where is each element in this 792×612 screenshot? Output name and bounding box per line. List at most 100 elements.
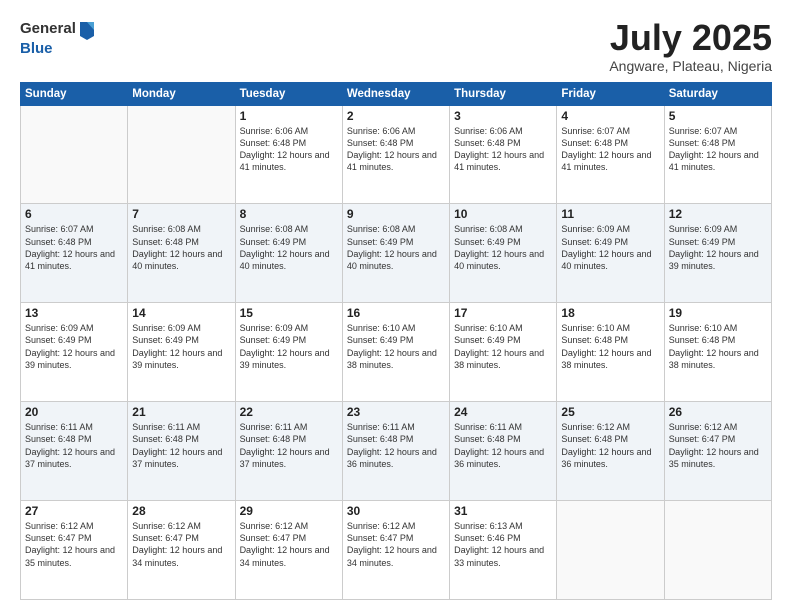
day-info: Sunrise: 6:09 AM Sunset: 6:49 PM Dayligh… xyxy=(25,322,123,371)
day-info: Sunrise: 6:08 AM Sunset: 6:48 PM Dayligh… xyxy=(132,223,230,272)
table-row: 26Sunrise: 6:12 AM Sunset: 6:47 PM Dayli… xyxy=(664,402,771,501)
calendar-week-row: 6Sunrise: 6:07 AM Sunset: 6:48 PM Daylig… xyxy=(21,204,772,303)
day-info: Sunrise: 6:13 AM Sunset: 6:46 PM Dayligh… xyxy=(454,520,552,569)
day-info: Sunrise: 6:11 AM Sunset: 6:48 PM Dayligh… xyxy=(347,421,445,470)
table-row xyxy=(21,105,128,204)
table-row: 30Sunrise: 6:12 AM Sunset: 6:47 PM Dayli… xyxy=(342,501,449,600)
title-location: Angware, Plateau, Nigeria xyxy=(609,58,772,74)
day-info: Sunrise: 6:11 AM Sunset: 6:48 PM Dayligh… xyxy=(240,421,338,470)
table-row: 14 Sunrise: 6:09 AM Sunset: 6:49 PM Dayli… xyxy=(128,303,235,402)
day-number: 15 xyxy=(240,306,338,320)
day-number: 1 xyxy=(240,109,338,123)
header: General Blue July 2025 Angware, Plateau,… xyxy=(20,18,772,74)
day-number: 8 xyxy=(240,207,338,221)
day-number: 21 xyxy=(132,405,230,419)
logo-blue: Blue xyxy=(20,40,96,58)
title-block: July 2025 Angware, Plateau, Nigeria xyxy=(609,18,772,74)
day-number: 29 xyxy=(240,504,338,518)
day-info: Sunrise: 6:07 AM Sunset: 6:48 PM Dayligh… xyxy=(25,223,123,272)
day-number: 5 xyxy=(669,109,767,123)
table-row xyxy=(664,501,771,600)
col-wednesday: Wednesday xyxy=(342,82,449,105)
day-info: Sunrise: 6:12 AM Sunset: 6:47 PM Dayligh… xyxy=(132,520,230,569)
day-info: Sunrise: 6:06 AM Sunset: 6:48 PM Dayligh… xyxy=(454,125,552,174)
day-number: 9 xyxy=(347,207,445,221)
day-info: Sunrise: 6:10 AM Sunset: 6:48 PM Dayligh… xyxy=(669,322,767,371)
day-number: 31 xyxy=(454,504,552,518)
table-row: 7 Sunrise: 6:08 AM Sunset: 6:48 PM Daylig… xyxy=(128,204,235,303)
day-info: Sunrise: 6:12 AM Sunset: 6:47 PM Dayligh… xyxy=(25,520,123,569)
day-info: Sunrise: 6:09 AM Sunset: 6:49 PM Dayligh… xyxy=(132,322,230,371)
table-row: 12 Sunrise: 6:09 AM Sunset: 6:49 PM Dayli… xyxy=(664,204,771,303)
table-row: 15Sunrise: 6:09 AM Sunset: 6:49 PM Dayli… xyxy=(235,303,342,402)
col-tuesday: Tuesday xyxy=(235,82,342,105)
day-info: Sunrise: 6:11 AM Sunset: 6:48 PM Dayligh… xyxy=(132,421,230,470)
day-info: Sunrise: 6:07 AM Sunset: 6:48 PM Dayligh… xyxy=(561,125,659,174)
day-number: 11 xyxy=(561,207,659,221)
table-row: 5 Sunrise: 6:07 AM Sunset: 6:48 PM Daylig… xyxy=(664,105,771,204)
col-saturday: Saturday xyxy=(664,82,771,105)
day-info: Sunrise: 6:09 AM Sunset: 6:49 PM Dayligh… xyxy=(561,223,659,272)
day-info: Sunrise: 6:08 AM Sunset: 6:49 PM Dayligh… xyxy=(347,223,445,272)
table-row: 16 Sunrise: 6:10 AM Sunset: 6:49 PM Dayli… xyxy=(342,303,449,402)
table-row: 1 Sunrise: 6:06 AM Sunset: 6:48 PM Daylig… xyxy=(235,105,342,204)
logo-general: General xyxy=(20,20,76,38)
table-row: 19Sunrise: 6:10 AM Sunset: 6:48 PM Dayli… xyxy=(664,303,771,402)
table-row xyxy=(557,501,664,600)
page: General Blue July 2025 Angware, Plateau,… xyxy=(0,0,792,612)
calendar-week-row: 27 Sunrise: 6:12 AM Sunset: 6:47 PM Dayli… xyxy=(21,501,772,600)
day-info: Sunrise: 6:10 AM Sunset: 6:48 PM Dayligh… xyxy=(561,322,659,371)
title-month: July 2025 xyxy=(609,18,772,58)
table-row: 13 Sunrise: 6:09 AM Sunset: 6:49 PM Dayli… xyxy=(21,303,128,402)
table-row: 11 Sunrise: 6:09 AM Sunset: 6:49 PM Dayli… xyxy=(557,204,664,303)
day-info: Sunrise: 6:09 AM Sunset: 6:49 PM Dayligh… xyxy=(669,223,767,272)
day-info: Sunrise: 6:12 AM Sunset: 6:48 PM Dayligh… xyxy=(561,421,659,470)
day-number: 20 xyxy=(25,405,123,419)
calendar-week-row: 13 Sunrise: 6:09 AM Sunset: 6:49 PM Dayli… xyxy=(21,303,772,402)
table-row: 10Sunrise: 6:08 AM Sunset: 6:49 PM Dayli… xyxy=(450,204,557,303)
calendar-week-row: 20 Sunrise: 6:11 AM Sunset: 6:48 PM Dayli… xyxy=(21,402,772,501)
day-number: 14 xyxy=(132,306,230,320)
table-row: 28 Sunrise: 6:12 AM Sunset: 6:47 PM Dayli… xyxy=(128,501,235,600)
table-row: 25 Sunrise: 6:12 AM Sunset: 6:48 PM Dayli… xyxy=(557,402,664,501)
day-info: Sunrise: 6:12 AM Sunset: 6:47 PM Dayligh… xyxy=(240,520,338,569)
day-info: Sunrise: 6:06 AM Sunset: 6:48 PM Dayligh… xyxy=(347,125,445,174)
table-row: 6Sunrise: 6:07 AM Sunset: 6:48 PM Daylig… xyxy=(21,204,128,303)
day-number: 13 xyxy=(25,306,123,320)
table-row: 23 Sunrise: 6:11 AM Sunset: 6:48 PM Dayli… xyxy=(342,402,449,501)
day-number: 3 xyxy=(454,109,552,123)
day-number: 2 xyxy=(347,109,445,123)
day-number: 7 xyxy=(132,207,230,221)
calendar-week-row: 1 Sunrise: 6:06 AM Sunset: 6:48 PM Daylig… xyxy=(21,105,772,204)
day-number: 28 xyxy=(132,504,230,518)
calendar-table: Sunday Monday Tuesday Wednesday Thursday… xyxy=(20,82,772,600)
logo: General Blue xyxy=(20,18,96,58)
table-row: 8Sunrise: 6:08 AM Sunset: 6:49 PM Daylig… xyxy=(235,204,342,303)
day-number: 12 xyxy=(669,207,767,221)
day-info: Sunrise: 6:12 AM Sunset: 6:47 PM Dayligh… xyxy=(347,520,445,569)
day-number: 26 xyxy=(669,405,767,419)
table-row: 9 Sunrise: 6:08 AM Sunset: 6:49 PM Daylig… xyxy=(342,204,449,303)
day-number: 22 xyxy=(240,405,338,419)
table-row: 18 Sunrise: 6:10 AM Sunset: 6:48 PM Dayli… xyxy=(557,303,664,402)
day-number: 16 xyxy=(347,306,445,320)
day-info: Sunrise: 6:06 AM Sunset: 6:48 PM Dayligh… xyxy=(240,125,338,174)
day-number: 27 xyxy=(25,504,123,518)
day-number: 23 xyxy=(347,405,445,419)
day-info: Sunrise: 6:11 AM Sunset: 6:48 PM Dayligh… xyxy=(25,421,123,470)
table-row: 4 Sunrise: 6:07 AM Sunset: 6:48 PM Daylig… xyxy=(557,105,664,204)
day-info: Sunrise: 6:11 AM Sunset: 6:48 PM Dayligh… xyxy=(454,421,552,470)
table-row: 24Sunrise: 6:11 AM Sunset: 6:48 PM Dayli… xyxy=(450,402,557,501)
day-number: 18 xyxy=(561,306,659,320)
table-row xyxy=(128,105,235,204)
day-number: 25 xyxy=(561,405,659,419)
day-info: Sunrise: 6:08 AM Sunset: 6:49 PM Dayligh… xyxy=(454,223,552,272)
day-info: Sunrise: 6:10 AM Sunset: 6:49 PM Dayligh… xyxy=(347,322,445,371)
day-number: 4 xyxy=(561,109,659,123)
table-row: 22 Sunrise: 6:11 AM Sunset: 6:48 PM Dayli… xyxy=(235,402,342,501)
day-info: Sunrise: 6:07 AM Sunset: 6:48 PM Dayligh… xyxy=(669,125,767,174)
calendar-header-row: Sunday Monday Tuesday Wednesday Thursday… xyxy=(21,82,772,105)
col-monday: Monday xyxy=(128,82,235,105)
col-thursday: Thursday xyxy=(450,82,557,105)
table-row: 2 Sunrise: 6:06 AM Sunset: 6:48 PM Daylig… xyxy=(342,105,449,204)
